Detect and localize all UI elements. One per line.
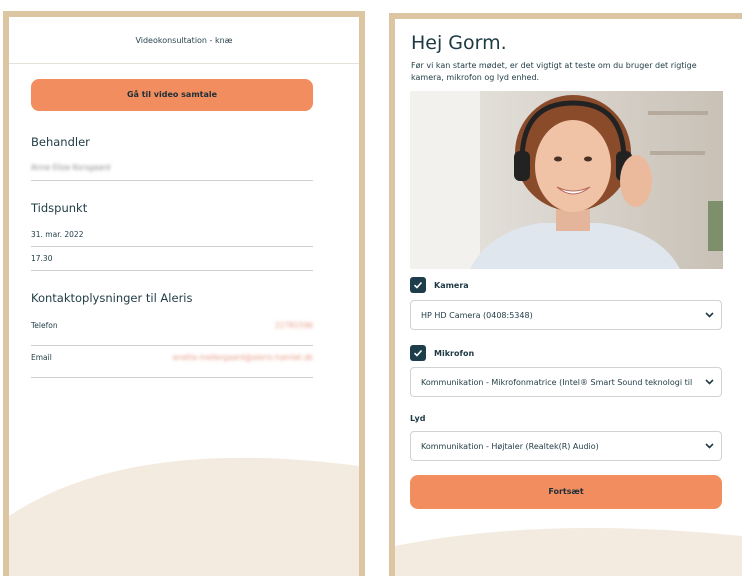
chevron-down-icon (701, 438, 717, 454)
camera-label: Kamera (434, 280, 469, 290)
practitioner-heading: Behandler (31, 135, 90, 149)
chevron-down-icon (701, 307, 717, 323)
time-row: 17.30 (31, 254, 313, 271)
background-wave (9, 457, 359, 576)
phone-row: Telefon 22781596 (31, 321, 313, 346)
mic-label: Mikrofon (434, 348, 475, 358)
greeting-heading: Hej Gorm. (411, 32, 507, 54)
intro-text: Før vi kan starte mødet, er det vigtigt … (411, 61, 697, 82)
sound-label: Lyd (410, 414, 426, 423)
sound-select-value: Kommunikation - Højtaler (Realtek(R) Aud… (421, 441, 599, 451)
email-link[interactable]: anette.mellergaard@aleris-hamlet.dk (172, 353, 313, 362)
check-icon (413, 281, 423, 289)
consultation-panel: Videokonsultation - knæ Gå til video sam… (3, 11, 365, 576)
go-to-video-button[interactable]: Gå til video samtale (31, 79, 313, 111)
practitioner-name: Anne Elize Korsgaard (31, 163, 111, 172)
device-check-panel: Hej Gorm. Før vi kan starte mødet, er de… (389, 13, 742, 576)
camera-select-value: HP HD Camera (0408:5348) (421, 310, 533, 320)
email-label: Email (31, 353, 52, 362)
time-heading: Tidspunkt (31, 201, 88, 215)
contact-heading: Kontaktoplysninger til Aleris (31, 291, 193, 305)
camera-checkbox-row[interactable]: Kamera (410, 277, 469, 293)
appointment-date: 31. mar. 2022 (31, 230, 84, 239)
phone-label: Telefon (31, 321, 58, 330)
mic-select[interactable]: Kommunikation - Mikrofonmatrice (Intel® … (410, 367, 722, 397)
camera-preview (410, 91, 723, 269)
continue-button[interactable]: Fortsæt (410, 475, 722, 509)
date-row: 31. mar. 2022 (31, 230, 313, 247)
practitioner-row: Anne Elize Korsgaard (31, 163, 313, 181)
mic-select-value: Kommunikation - Mikrofonmatrice (Intel® … (421, 377, 693, 387)
sound-select[interactable]: Kommunikation - Højtaler (Realtek(R) Aud… (410, 431, 722, 461)
check-icon (413, 349, 423, 357)
background-wave (395, 528, 742, 576)
mic-checkbox-row[interactable]: Mikrofon (410, 345, 474, 361)
mic-checkbox[interactable] (410, 345, 426, 361)
email-row: Email anette.mellergaard@aleris-hamlet.d… (31, 353, 313, 378)
phone-link[interactable]: 22781596 (275, 321, 313, 330)
chevron-down-icon (701, 374, 717, 390)
camera-checkbox[interactable] (410, 277, 426, 293)
appointment-time: 17.30 (31, 254, 53, 263)
consultation-title: Videokonsultation - knæ (9, 17, 359, 64)
camera-select[interactable]: HP HD Camera (0408:5348) (410, 300, 722, 330)
